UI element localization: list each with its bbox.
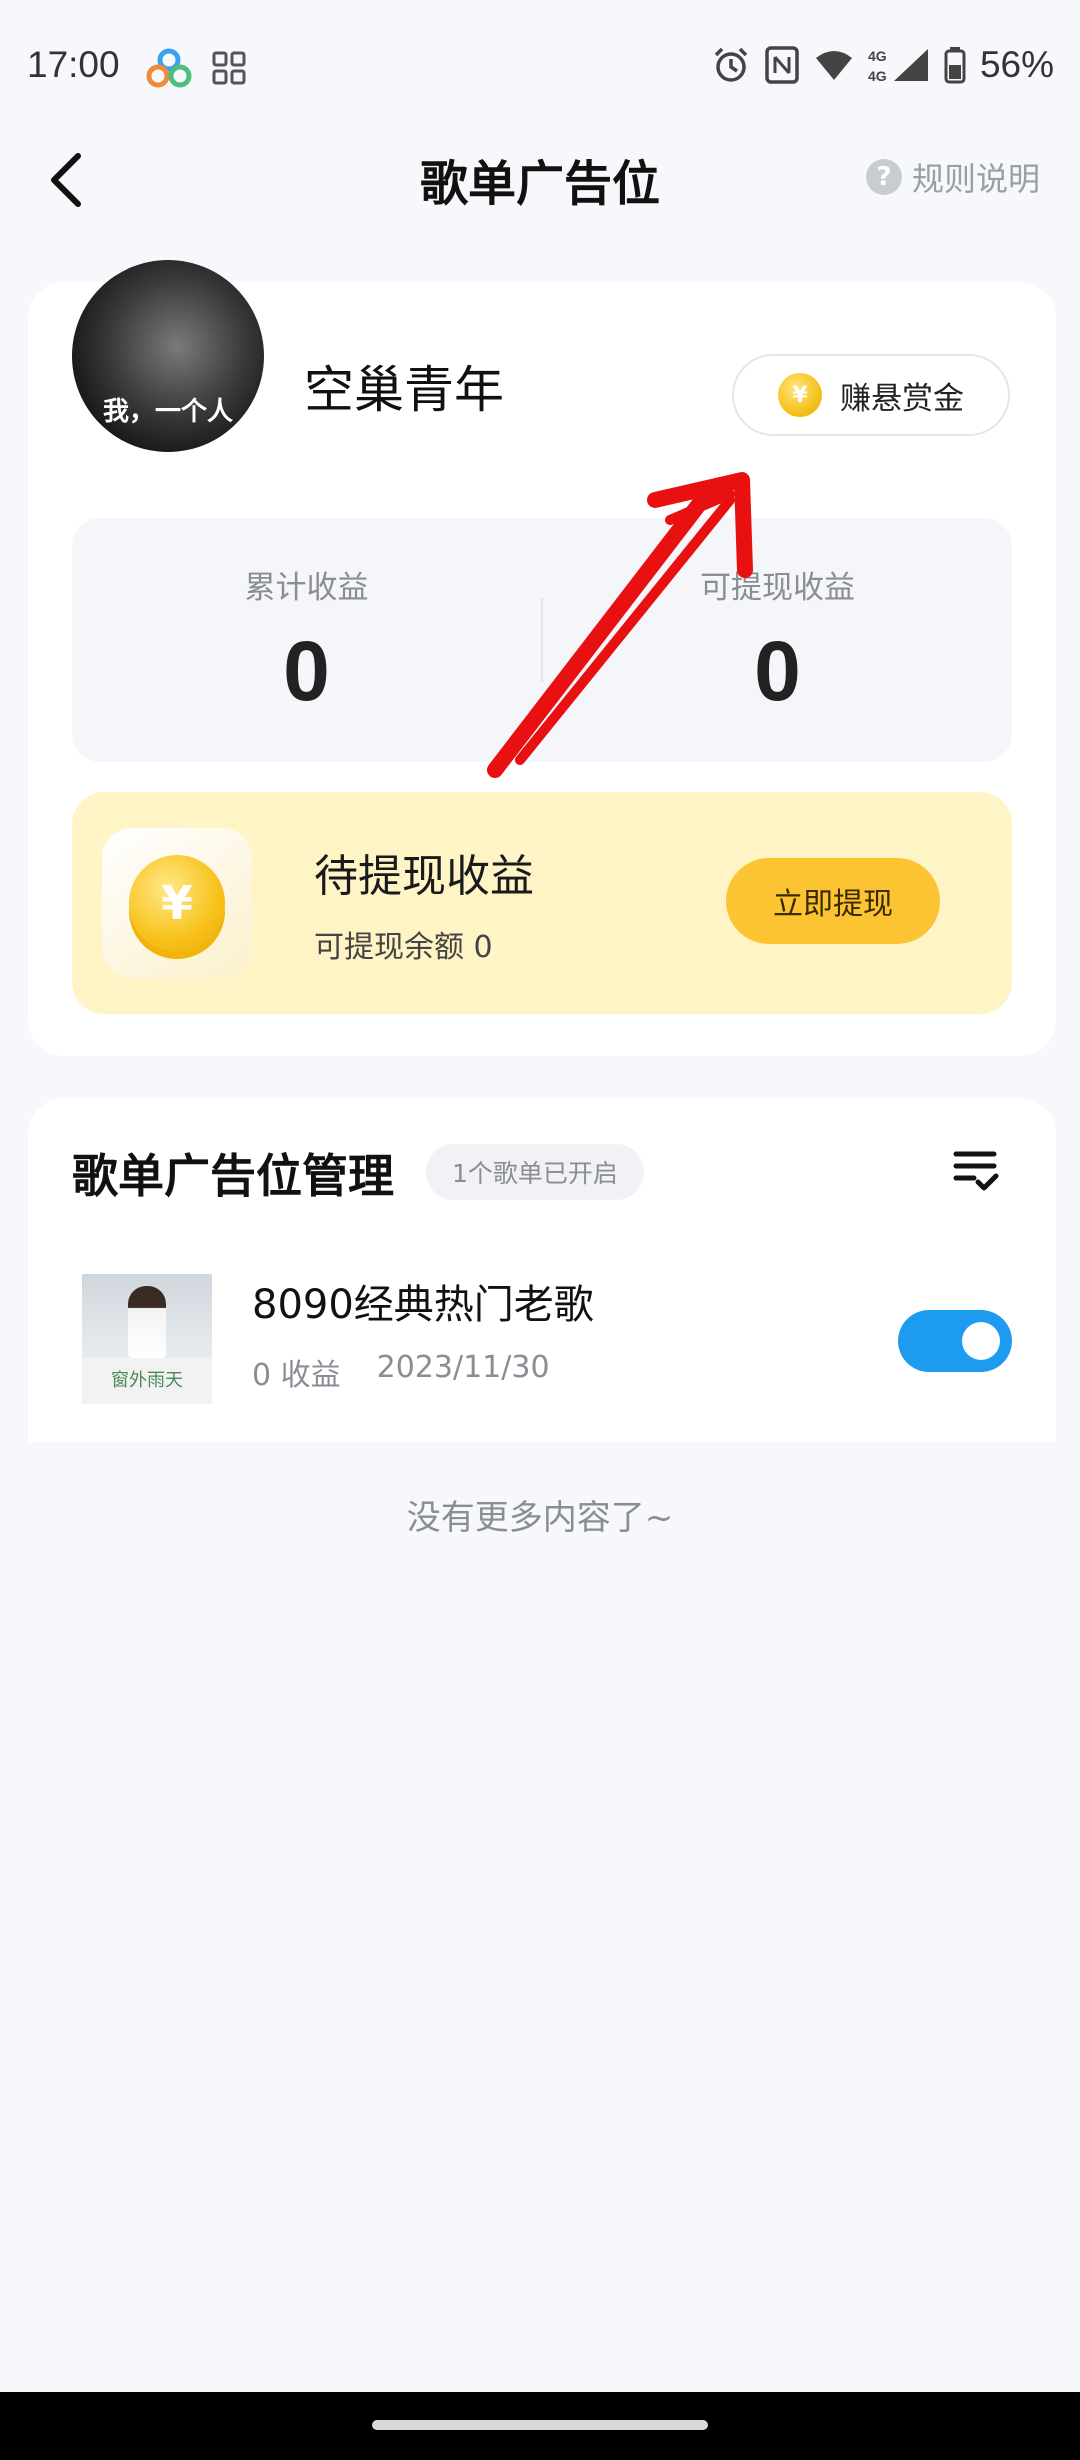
coin-icon: ¥	[778, 373, 822, 417]
stat-total-earnings: 累计收益 0	[72, 518, 541, 762]
playlist-enable-toggle[interactable]	[898, 1310, 1012, 1372]
stat-label: 累计收益	[244, 570, 369, 606]
status-bar: 17:00 4G 4G 56%	[0, 0, 1080, 135]
enabled-count-badge: 1个歌单已开启	[426, 1144, 644, 1200]
playlist-date: 2023/11/30	[376, 1350, 550, 1385]
playlist-meta: 0 收益 2023/11/30	[252, 1350, 550, 1394]
svg-text:4G: 4G	[868, 48, 887, 64]
list-manage-icon[interactable]	[952, 1148, 1000, 1194]
alarm-icon	[714, 47, 748, 82]
rules-label: 规则说明	[911, 160, 1040, 198]
coin-icon: ¥	[129, 855, 225, 951]
app-cluster-icon	[146, 48, 192, 88]
playlist-cover: 窗外雨天	[82, 1274, 212, 1404]
stat-label: 可提现收益	[700, 570, 855, 606]
toggle-knob	[962, 1322, 1000, 1360]
battery-percent: 56%	[979, 44, 1054, 85]
nfc-icon	[765, 46, 799, 84]
home-gesture-handle[interactable]	[372, 2420, 708, 2430]
profile-name: 空巢青年	[304, 361, 504, 419]
page-header: 歌单广告位 ? 规则说明	[0, 130, 1080, 230]
status-left-icons	[146, 48, 246, 88]
withdraw-balance: 可提现余额 0	[314, 930, 493, 965]
pending-withdraw-panel: ¥ 待提现收益 可提现余额 0 立即提现	[72, 792, 1012, 1014]
system-nav-bar	[0, 2392, 1080, 2460]
cover-figure	[128, 1286, 166, 1358]
earnings-stats: 累计收益 0 可提现收益 0	[72, 518, 1012, 762]
signal-icon: 4G 4G	[868, 48, 928, 84]
stat-withdrawable-earnings: 可提现收益 0	[543, 518, 1012, 762]
help-icon: ?	[865, 159, 902, 195]
wifi-icon	[815, 51, 852, 80]
status-right-icons: 4G 4G 56%	[712, 44, 1054, 86]
avatar-caption: 我，一个人	[102, 397, 233, 427]
stat-value: 0	[754, 624, 801, 718]
coin-box: ¥	[102, 828, 252, 978]
playlist-earnings: 0 收益	[252, 1358, 341, 1393]
bounty-label: 赚悬赏金	[840, 380, 964, 417]
earn-bounty-button[interactable]: ¥ 赚悬赏金	[732, 354, 1010, 436]
battery-icon	[944, 47, 966, 84]
cover-text: 窗外雨天	[111, 1370, 183, 1391]
list-item[interactable]: 窗外雨天 8090经典热门老歌 0 收益 2023/11/30	[28, 1268, 1056, 1418]
section-title: 歌单广告位管理	[72, 1149, 394, 1203]
profile-card: 我，一个人 空巢青年 ¥ 赚悬赏金 累计收益 0 可提现收益 0 ¥ 待提现收益…	[28, 260, 1056, 1056]
stat-value: 0	[283, 624, 330, 718]
status-time: 17:00	[27, 44, 120, 85]
svg-text:4G: 4G	[868, 68, 887, 84]
avatar[interactable]: 我，一个人	[72, 260, 264, 452]
no-more-content: 没有更多内容了~	[406, 1498, 674, 1538]
rules-link[interactable]: ? 规则说明	[865, 154, 1040, 200]
playlist-name: 8090经典热门老歌	[252, 1282, 594, 1328]
withdraw-title: 待提现收益	[314, 851, 534, 902]
grid-apps-icon	[212, 51, 246, 85]
withdraw-now-button[interactable]: 立即提现	[726, 858, 940, 944]
playlist-ad-management: 歌单广告位管理 1个歌单已开启 窗外雨天 8090经典热门老歌 0 收益 202…	[28, 1098, 1056, 1442]
